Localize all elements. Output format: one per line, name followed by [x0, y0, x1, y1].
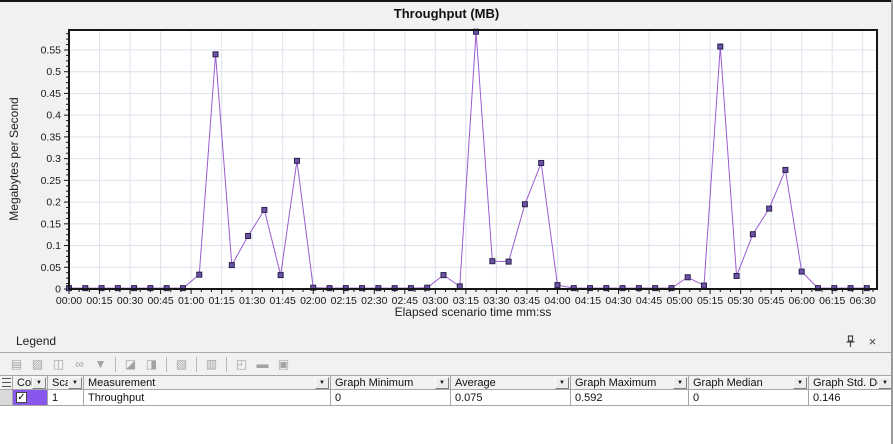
y-tick-label: 0.2 — [46, 197, 61, 209]
analysis-window: 00:0000:1500:3000:4501:0001:1501:3001:45… — [0, 0, 893, 444]
toolbar-separator — [115, 357, 116, 372]
legend-toolbar: ▤▨◫∞▼ ◪◨ ▧ ▥ ◰▬▣ — [0, 353, 893, 375]
column-header-color[interactable]: Col ▼ — [13, 376, 48, 390]
data-point-marker — [441, 273, 446, 278]
y-tick-label: 0.45 — [41, 88, 62, 100]
data-point-marker — [262, 207, 267, 212]
column-header-average[interactable]: Average ▼ — [451, 376, 571, 390]
columns-stripes-icon[interactable]: ▥ — [202, 356, 221, 373]
chart-canvas[interactable]: 00:0000:1500:3000:4501:0001:1501:3001:45… — [0, 2, 893, 333]
legend-table-header-row: Col ▼ Scale ▼ Measurement ▼ Graph Minimu… — [0, 375, 893, 390]
filter-funnel-icon[interactable]: ▼ — [91, 356, 110, 373]
graph-median-cell: 0 — [689, 390, 809, 406]
row-chooser-header[interactable] — [0, 376, 13, 390]
column-header-graph-maximum[interactable]: Graph Maximum ▼ — [571, 376, 689, 390]
data-point-marker — [506, 259, 511, 264]
column-header-graph-median[interactable]: Graph Median ▼ — [689, 376, 809, 390]
data-point-marker — [783, 167, 788, 172]
data-point-marker — [213, 52, 218, 57]
column-header-graph-std-deviation[interactable]: Graph Std. Deviation ▼ — [809, 376, 893, 390]
sort-ascending-icon[interactable]: ◪ — [121, 356, 140, 373]
data-point-marker — [799, 269, 804, 274]
legend-panel-title: Legend — [16, 334, 56, 348]
data-point-marker — [718, 44, 723, 49]
chevron-down-icon[interactable]: ▼ — [32, 377, 46, 389]
y-tick-label: 0 — [55, 284, 61, 296]
configure-measurements-icon[interactable]: ▤ — [7, 356, 26, 373]
chevron-down-icon[interactable]: ▼ — [878, 377, 892, 389]
y-tick-label: 0.5 — [46, 66, 61, 78]
y-tick-label: 0.05 — [41, 262, 62, 274]
legend-titlebar: Legend × — [0, 331, 893, 353]
chevron-down-icon[interactable]: ▼ — [673, 377, 687, 389]
web-page-icon[interactable]: ▬ — [253, 356, 272, 373]
data-point-marker — [522, 202, 527, 207]
show-series-checkbox[interactable]: ✓ — [16, 392, 27, 403]
series-color-cell[interactable]: ✓ — [13, 390, 48, 406]
animate-line-icon[interactable]: ▧ — [172, 356, 191, 373]
data-point-marker — [246, 233, 251, 238]
row-indicator-cell[interactable] — [0, 390, 13, 406]
y-tick-label: 0.4 — [46, 110, 61, 122]
x-axis-title: Elapsed scenario time mm:ss — [69, 305, 877, 319]
legend-table: Col ▼ Scale ▼ Measurement ▼ Graph Minimu… — [0, 375, 893, 406]
y-tick-label: 0.25 — [41, 175, 62, 187]
sort-descending-icon[interactable]: ◨ — [142, 356, 161, 373]
legend-panel: Legend × ▤▨◫∞▼◪◨▧▥◰▬▣ Col ▼ — [0, 331, 893, 444]
chevron-down-icon[interactable]: ▼ — [555, 377, 569, 389]
graph-minimum-cell: 0 — [331, 390, 451, 406]
toolbar-separator — [226, 357, 227, 372]
data-point-marker — [294, 158, 299, 163]
column-header-measurement[interactable]: Measurement ▼ — [84, 376, 331, 390]
data-point-marker — [555, 283, 560, 288]
chevron-down-icon[interactable]: ▼ — [435, 377, 449, 389]
duplicate-measurement-icon[interactable]: ◫ — [49, 356, 68, 373]
chevron-down-icon[interactable]: ▼ — [315, 377, 329, 389]
toolbar-separator — [196, 357, 197, 372]
data-point-marker — [229, 263, 234, 268]
average-cell: 0.075 — [451, 390, 571, 406]
data-point-marker — [750, 232, 755, 237]
close-icon[interactable]: × — [864, 333, 881, 350]
legend-table-row-throughput: ✓ 1 Throughput 0 0.075 0.592 0 0.146 — [0, 390, 893, 406]
save-icon[interactable]: ▣ — [274, 356, 293, 373]
pin-icon[interactable] — [842, 333, 859, 350]
measurement-cell[interactable]: Throughput — [84, 390, 331, 406]
data-point-marker — [278, 273, 283, 278]
column-header-graph-minimum[interactable]: Graph Minimum ▼ — [331, 376, 451, 390]
data-point-marker — [685, 275, 690, 280]
column-header-scale[interactable]: Scale ▼ — [48, 376, 84, 390]
data-point-marker — [197, 272, 202, 277]
y-tick-labels: 0 0.05 0.1 0.15 0.2 0.25 0.3 0.35 0.4 0.45 0.5 0.55 — [41, 44, 62, 295]
y-tick-label: 0.3 — [46, 153, 61, 165]
throughput-chart-panel: 00:0000:1500:3000:4501:0001:1501:3001:45… — [0, 0, 893, 331]
graph-std-deviation-cell: 0.146 — [809, 390, 893, 406]
chart-title: Throughput (MB) — [0, 6, 893, 21]
toolbar-separator — [166, 357, 167, 372]
data-point-marker — [702, 283, 707, 288]
scale-cell[interactable]: 1 — [48, 390, 84, 406]
row-chooser-icon — [2, 378, 11, 387]
data-point-marker — [490, 259, 495, 264]
breakdown-icon[interactable]: ◰ — [232, 356, 251, 373]
chevron-down-icon[interactable]: ▼ — [793, 377, 807, 389]
y-tick-label: 0.55 — [41, 44, 62, 56]
plot-area[interactable] — [69, 30, 877, 289]
graph-maximum-cell: 0.592 — [571, 390, 689, 406]
data-point-marker — [539, 160, 544, 165]
y-axis-title: Megabytes per Second — [7, 79, 21, 239]
y-tick-label: 0.15 — [41, 218, 62, 230]
data-point-marker — [767, 206, 772, 211]
y-tick-label: 0.1 — [46, 240, 61, 252]
remove-measurement-icon[interactable]: ▨ — [28, 356, 47, 373]
chevron-down-icon[interactable]: ▼ — [68, 377, 82, 389]
eyeglasses-show-icon[interactable]: ∞ — [70, 356, 89, 373]
y-tick-label: 0.35 — [41, 131, 62, 143]
data-point-marker — [734, 273, 739, 278]
